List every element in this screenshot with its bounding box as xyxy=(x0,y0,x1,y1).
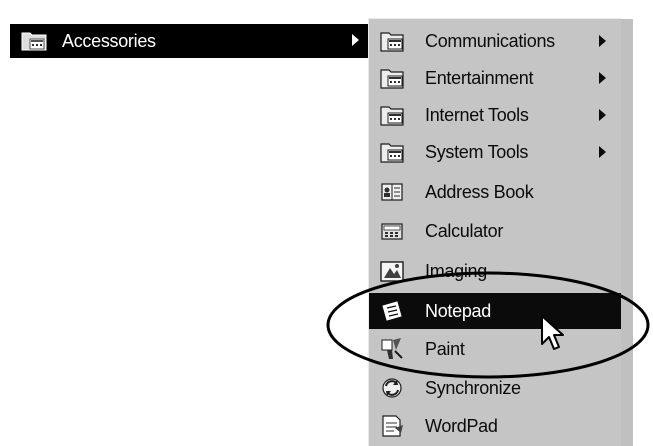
menu-item-label: Calculator xyxy=(425,221,504,241)
address-book-icon xyxy=(381,183,403,201)
menu-item-label: System Tools xyxy=(425,142,529,162)
menu-item-label: Address Book xyxy=(425,182,534,202)
menu-item-label: Communications xyxy=(425,31,555,51)
menu-item-label: Paint xyxy=(425,339,465,359)
paint-icon xyxy=(381,338,403,359)
program-group-folder-icon xyxy=(380,106,404,126)
menu-item-label: Imaging xyxy=(425,261,487,281)
submenu-arrow-icon xyxy=(599,35,606,47)
menu-item-calculator[interactable]: Calculator xyxy=(369,213,621,249)
menu-item-paint[interactable]: Paint xyxy=(369,331,621,367)
menu-item-synchronize[interactable]: Synchronize xyxy=(369,370,621,406)
menu-item-system-tools[interactable]: System Tools xyxy=(369,134,621,170)
submenu-arrow-icon xyxy=(599,109,606,121)
menu-item-accessories[interactable]: Accessories xyxy=(10,24,368,58)
mouse-pointer-icon xyxy=(541,315,564,350)
notepad-icon xyxy=(382,301,402,321)
calculator-icon xyxy=(381,223,403,240)
menu-shadow xyxy=(621,19,633,446)
submenu-arrow-icon xyxy=(599,146,606,158)
submenu-arrow-icon xyxy=(599,72,606,84)
program-group-folder-icon xyxy=(21,32,47,51)
menu-item-internet-tools[interactable]: Internet Tools xyxy=(369,97,621,133)
program-group-folder-icon xyxy=(380,69,404,89)
imaging-icon xyxy=(380,261,404,282)
menu-item-label: WordPad xyxy=(425,416,498,436)
wordpad-icon xyxy=(382,415,403,437)
menu-item-entertainment[interactable]: Entertainment xyxy=(369,60,621,96)
menu-item-imaging[interactable]: Imaging xyxy=(369,253,621,289)
menu-item-label: Notepad xyxy=(425,301,491,321)
menu-item-label: Synchronize xyxy=(425,378,521,398)
menu-item-communications[interactable]: Communications xyxy=(369,23,621,59)
menu-item-label: Entertainment xyxy=(425,68,534,88)
program-group-folder-icon xyxy=(380,143,404,163)
menu-item-label: Accessories xyxy=(62,31,156,51)
accessories-submenu: Communications Entertainment Internet Tool… xyxy=(368,18,633,446)
menu-item-wordpad[interactable]: WordPad xyxy=(369,408,621,444)
menu-item-label: Internet Tools xyxy=(425,105,529,125)
menu-item-notepad[interactable]: Notepad xyxy=(369,293,621,329)
program-group-folder-icon xyxy=(380,32,404,52)
synchronize-icon xyxy=(382,378,402,398)
submenu-arrow-icon xyxy=(352,34,359,46)
menu-item-address-book[interactable]: Address Book xyxy=(369,174,621,210)
